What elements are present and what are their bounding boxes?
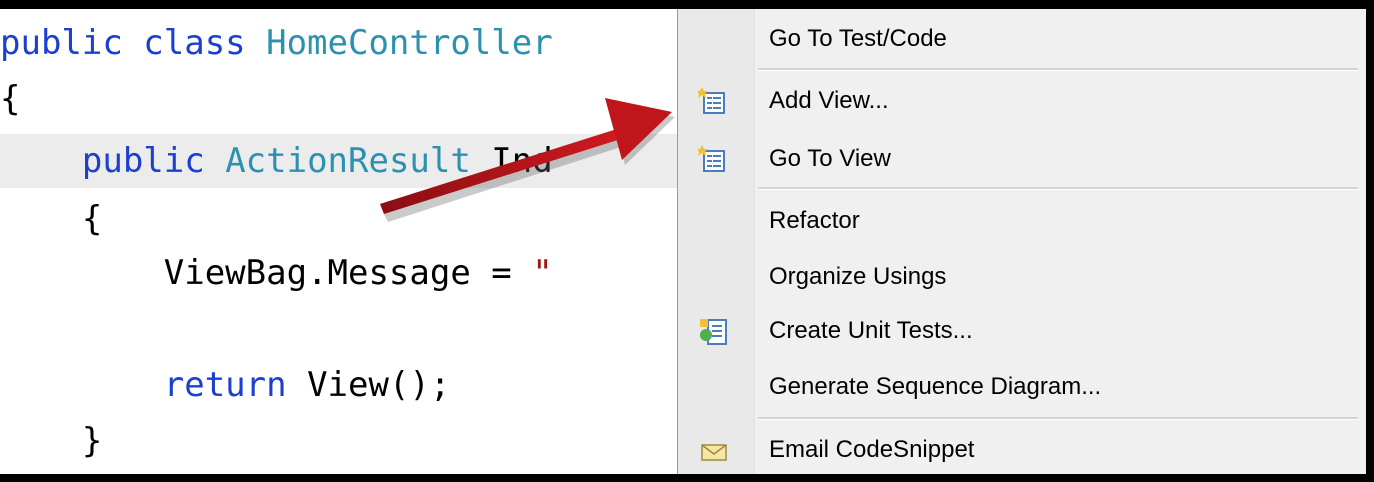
return-view-call: View(); <box>286 365 451 405</box>
menu-item-label: Create Unit Tests... <box>769 317 973 344</box>
code-line-viewbag: ViewBag.Message = " <box>0 248 553 298</box>
menu-item-label: Refactor <box>769 207 860 234</box>
go-to-view-icon <box>696 145 730 175</box>
context-menu: Go To Test/Code Add View... Go To View R… <box>677 9 1366 474</box>
menu-item-label: Go To View <box>769 145 891 172</box>
menu-item-email-codesnippet[interactable]: Email CodeSnippet <box>678 422 1366 478</box>
return-type: ActionResult <box>225 141 471 181</box>
method-name: Ind <box>470 141 553 181</box>
menu-item-add-view[interactable]: Add View... <box>678 73 1366 129</box>
code-line-method-open-brace: { <box>0 199 103 239</box>
viewbag-assignment: ViewBag.Message = <box>0 253 533 293</box>
add-view-icon <box>696 87 730 117</box>
menu-item-organize-usings[interactable]: Organize Usings <box>678 249 1366 305</box>
menu-item-refactor[interactable]: Refactor <box>678 193 1366 249</box>
menu-separator <box>758 417 1358 420</box>
code-line-open-brace: { <box>0 79 21 119</box>
menu-item-label: Go To Test/Code <box>769 25 947 52</box>
envelope-icon <box>698 436 730 466</box>
code-line-class-declaration: public class HomeController <box>0 18 553 68</box>
class-name-tail: r <box>532 23 553 63</box>
string-literal: " <box>532 253 553 293</box>
keyword-return: return <box>163 365 287 405</box>
class-name: HomeControlle <box>266 23 533 63</box>
menu-item-go-to-view[interactable]: Go To View <box>678 131 1366 187</box>
unit-test-icon <box>698 317 730 347</box>
menu-item-create-unit-tests[interactable]: Create Unit Tests... <box>678 303 1366 359</box>
menu-item-label: Organize Usings <box>769 263 947 290</box>
menu-item-label: Generate Sequence Diagram... <box>769 373 1102 400</box>
frame-top <box>0 0 1374 9</box>
menu-item-generate-sequence-diagram[interactable]: Generate Sequence Diagram... <box>678 359 1366 415</box>
menu-item-label: Add View... <box>769 87 889 114</box>
keyword-public-class: public class <box>0 23 267 63</box>
frame-right <box>1365 0 1374 482</box>
code-line-return: return View(); <box>0 360 451 410</box>
menu-item-label: Email CodeSnippet <box>769 436 975 463</box>
code-line-method-declaration: public ActionResult Ind <box>0 136 553 186</box>
menu-separator <box>758 187 1358 190</box>
menu-separator <box>758 68 1358 71</box>
menu-item-go-to-test-code[interactable]: Go To Test/Code <box>678 11 1366 67</box>
code-line-method-close-brace: } <box>0 421 103 461</box>
keyword-public: public <box>81 141 226 181</box>
